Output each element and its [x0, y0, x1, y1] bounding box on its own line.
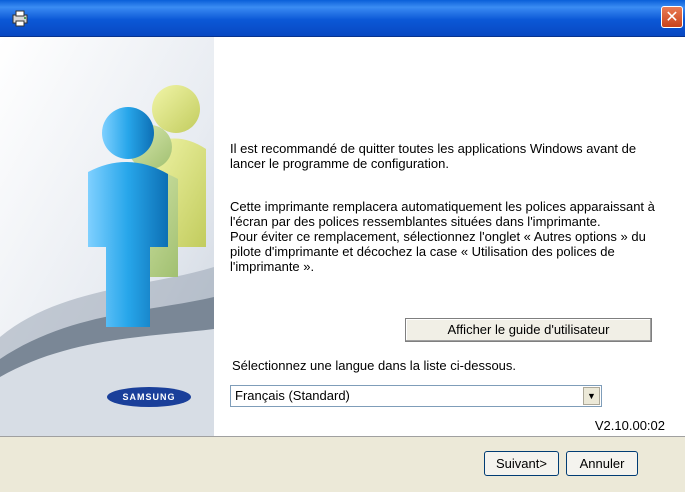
version-label: V2.10.00:02 — [594, 418, 665, 433]
title-bar[interactable]: ✕ — [0, 0, 685, 37]
close-icon: ✕ — [665, 9, 679, 26]
installer-window: ✕ SAMSUNG Il est recommandé de quitter t… — [0, 0, 685, 492]
next-button[interactable]: Suivant> — [484, 451, 559, 476]
font-line: Pour éviter ce remplacement, sélectionne… — [230, 229, 646, 244]
users-illustration — [0, 37, 214, 436]
language-select[interactable]: Français (Standard) ▼ — [230, 385, 602, 407]
font-replacement-text: Cette imprimante remplacera automatiquem… — [230, 199, 660, 274]
recommend-text: Il est recommandé de quitter toutes les … — [230, 141, 637, 171]
language-selected-value: Français (Standard) — [235, 388, 350, 403]
branding-panel: SAMSUNG — [0, 37, 214, 436]
dropdown-button[interactable]: ▼ — [583, 387, 600, 405]
cancel-button[interactable]: Annuler — [566, 451, 638, 476]
font-line: pilote d'imprimante et décochez la case … — [230, 244, 615, 259]
font-line: l'écran par des polices ressemblantes si… — [230, 214, 601, 229]
font-line: Cette imprimante remplacera automatiquem… — [230, 199, 655, 214]
chevron-down-icon: ▼ — [587, 391, 596, 401]
font-line: l'imprimante ». — [230, 259, 315, 274]
printer-setup-icon — [12, 10, 28, 27]
user-guide-button[interactable]: Afficher le guide d'utilisateur — [405, 318, 652, 342]
button-bar: Suivant> Annuler — [0, 436, 685, 492]
close-button[interactable]: ✕ — [661, 6, 683, 28]
language-prompt: Sélectionnez une langue dans la liste ci… — [232, 358, 517, 373]
samsung-logo: SAMSUNG — [107, 387, 191, 407]
dialog-content: SAMSUNG Il est recommandé de quitter tou… — [0, 37, 685, 436]
